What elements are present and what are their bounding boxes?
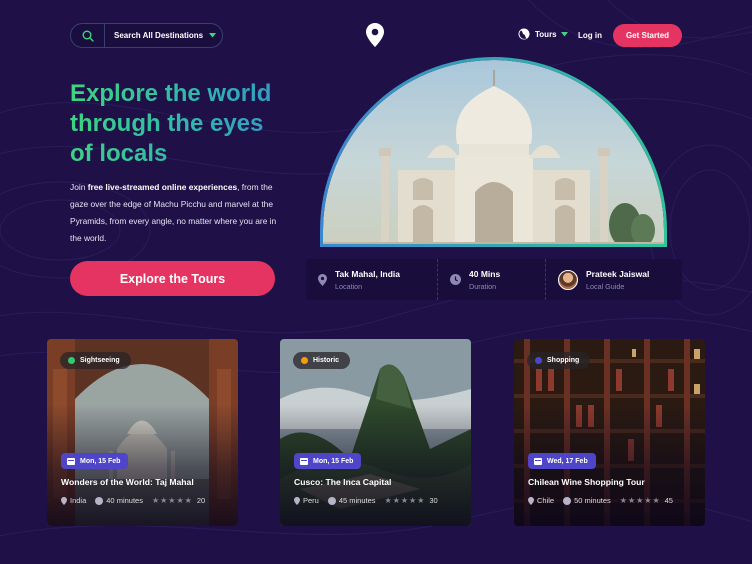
search-icon <box>82 30 94 42</box>
rating-stars: ★★★★★ <box>384 496 426 505</box>
location-pin-icon <box>528 496 534 505</box>
category-tag: Shopping <box>527 352 591 369</box>
card-meta: Chile 50 minutes ★★★★★ 45 <box>528 496 691 505</box>
hero-title-line: through the eyes <box>70 110 264 137</box>
review-count: 20 <box>196 496 206 505</box>
taj-mahal-illustration <box>323 70 664 244</box>
card-duration-label: 45 minutes <box>338 496 376 505</box>
calendar-icon <box>67 458 75 465</box>
guide-name: Prateek Jaiswal <box>586 268 650 279</box>
search-bar[interactable]: Search All Destinations <box>70 23 223 48</box>
category-tag: Sightseeing <box>60 352 131 369</box>
featured-location: Tak Mahal, India Location <box>306 259 437 300</box>
card-duration: 50 minutes <box>563 496 611 505</box>
category-tag: Historic <box>293 352 351 369</box>
featured-arch-image-frame <box>320 57 667 247</box>
location-pin-icon <box>294 496 300 505</box>
login-link[interactable]: Log in <box>578 31 602 40</box>
tour-card-taj-mahal[interactable]: Sightseeing Mon, 15 Feb Wonders of the W… <box>47 339 238 526</box>
featured-duration: 40 Mins Duration <box>437 259 545 300</box>
card-title[interactable]: Cusco: The Inca Capital <box>294 477 391 487</box>
card-country: Peru <box>294 496 319 505</box>
date-badge: Mon, 15 Feb <box>61 453 129 469</box>
card-duration: 45 minutes <box>327 496 376 505</box>
category-label: Historic <box>313 357 340 364</box>
date-badge: Mon, 15 Feb <box>294 453 362 469</box>
get-started-button[interactable]: Get Started <box>613 24 682 47</box>
hero-description: Join free live-streamed online experienc… <box>70 179 285 247</box>
chevron-down-icon <box>560 31 568 36</box>
featured-duration-caption: Duration <box>469 281 497 291</box>
hero-desc-bold: free live-streamed online experiences <box>87 182 238 192</box>
review-count: 45 <box>664 496 673 505</box>
card-duration-label: 50 minutes <box>574 496 611 505</box>
explore-tours-button[interactable]: Explore the Tours <box>70 261 275 296</box>
card-title[interactable]: Chilean Wine Shopping Tour <box>528 477 645 487</box>
featured-guide[interactable]: Prateek Jaiswal Local Guide <box>545 259 682 300</box>
search-destinations-label[interactable]: Search All Destinations <box>105 31 203 40</box>
featured-duration-value: 40 Mins <box>469 268 501 279</box>
card-title[interactable]: Wonders of the World: Taj Mahal <box>61 477 194 487</box>
clock-icon <box>327 496 336 505</box>
featured-image[interactable] <box>323 60 664 244</box>
featured-location-caption: Location <box>335 281 363 291</box>
clock-icon <box>563 496 572 505</box>
category-dot <box>68 357 75 364</box>
date-label: Wed, 17 Feb <box>547 457 588 465</box>
tours-label: Tours <box>535 29 557 39</box>
tour-card-chilean-wine[interactable]: Shopping Wed, 17 Feb Chilean Wine Shoppi… <box>514 339 705 526</box>
hero-title-line: of locals <box>70 140 168 167</box>
card-country-label: Peru <box>303 496 319 505</box>
card-meta: Peru 45 minutes ★★★★★ 30 <box>294 496 457 505</box>
tour-card-cusco[interactable]: Historic Mon, 15 Feb Cusco: The Inca Cap… <box>280 339 471 526</box>
search-button[interactable] <box>71 24 105 47</box>
calendar-icon <box>534 458 542 465</box>
date-label: Mon, 15 Feb <box>80 457 121 465</box>
card-country-label: India <box>70 496 87 505</box>
category-dot <box>535 357 542 364</box>
card-country: India <box>61 496 86 505</box>
guide-caption: Local Guide <box>586 281 625 291</box>
tours-menu[interactable]: Tours <box>518 28 568 40</box>
card-duration: 40 minutes <box>95 496 143 505</box>
location-pin-icon <box>61 496 67 505</box>
globe-icon <box>518 28 530 40</box>
calendar-icon <box>300 458 308 465</box>
date-label: Mon, 15 Feb <box>313 457 354 465</box>
location-pin-icon <box>318 273 327 286</box>
card-meta: India 40 minutes ★★★★★ 20 <box>61 496 224 505</box>
card-country: Chile <box>528 496 554 505</box>
hero-title-line: Explore the world <box>70 80 272 107</box>
featured-tour-info-bar: Tak Mahal, India Location 40 Mins Durati… <box>306 259 682 300</box>
guide-avatar[interactable] <box>558 269 578 290</box>
review-count: 30 <box>429 496 438 505</box>
map-pin-logo-icon[interactable] <box>366 23 384 47</box>
featured-location-value: Tak Mahal, India <box>335 268 401 279</box>
hero-desc-pre: Join <box>70 182 88 192</box>
clock-icon <box>95 496 104 505</box>
card-country-label: Chile <box>537 496 555 505</box>
category-label: Shopping <box>547 357 580 364</box>
category-dot <box>301 357 308 364</box>
clock-icon <box>450 274 461 285</box>
category-label: Sightseeing <box>80 357 120 364</box>
hero-title: Explore the world through the eyes of lo… <box>70 79 320 169</box>
rating-stars: ★★★★★ <box>619 496 661 505</box>
chevron-down-icon <box>209 33 217 38</box>
rating-stars: ★★★★★ <box>151 496 193 505</box>
card-duration-label: 40 minutes <box>106 496 143 505</box>
date-badge: Wed, 17 Feb <box>528 453 596 469</box>
